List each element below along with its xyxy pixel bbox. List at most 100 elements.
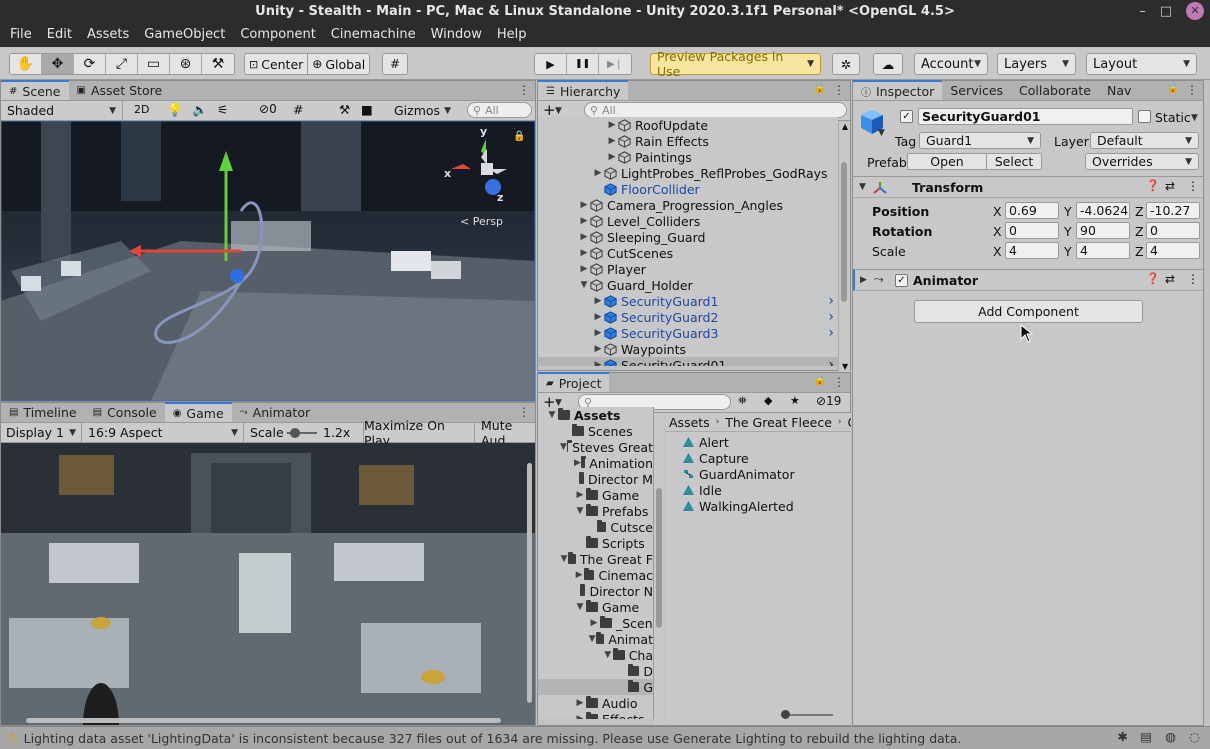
position-x-field[interactable]: 0.69 (1005, 202, 1059, 219)
rotate-tool-icon[interactable]: ⟳ (74, 54, 106, 74)
chevron-down-icon[interactable]: ▼ (859, 182, 866, 192)
tag-dropdown[interactable]: Guard1 ▼ (919, 132, 1041, 149)
chevron-right-icon[interactable]: ▶ (574, 714, 586, 719)
layers-dropdown[interactable]: Layers ▼ (997, 53, 1076, 75)
transform-tool-icon[interactable]: ⊛ (170, 54, 202, 74)
cloud-button[interactable]: ☁ (873, 53, 903, 75)
presets-icon[interactable]: ⇄ (1165, 272, 1175, 286)
progress-icon[interactable]: ▤ (1140, 729, 1152, 744)
scale-tool-icon[interactable]: ⤢ (106, 54, 138, 74)
panel-menu-icon[interactable]: ⋮ (833, 83, 845, 97)
chevron-right-icon[interactable]: ▶ (592, 344, 604, 354)
hierarchy-row[interactable]: ▶ Level_Colliders (538, 213, 838, 229)
folder-row[interactable]: Director M (538, 471, 653, 487)
rotation-z-label[interactable]: Z (1135, 224, 1144, 239)
scale-x-label[interactable]: X (993, 244, 1002, 259)
display-dropdown[interactable]: Display 1 ▼ (1, 423, 82, 442)
scroll-down-icon[interactable]: ▼ (842, 362, 848, 371)
add-component-button[interactable]: Add Component (914, 300, 1143, 323)
hierarchy-row[interactable]: ▶ Sleeping_Guard (538, 229, 838, 245)
folder-row[interactable]: Director N (538, 583, 653, 599)
chevron-right-icon[interactable]: ▶ (574, 490, 586, 500)
chevron-down-icon[interactable]: ▼ (588, 634, 596, 644)
step-button[interactable]: ▶❘ (599, 54, 631, 74)
snap-grid-button[interactable]: # (382, 53, 408, 75)
hierarchy-row[interactable]: ▶ Player (538, 261, 838, 277)
position-z-field[interactable]: -10.27 (1146, 202, 1200, 219)
hierarchy-row[interactable]: FloorCollider (538, 181, 838, 197)
help-icon[interactable]: ❓ (1146, 272, 1160, 285)
folder-row[interactable]: ▶ Game (538, 487, 653, 503)
account-dropdown[interactable]: Account ▼ (914, 53, 988, 75)
folder-row[interactable]: Scripts (538, 535, 653, 551)
chevron-down-icon[interactable]: ▼ (555, 106, 562, 116)
help-icon[interactable]: ❓ (1146, 179, 1160, 192)
gizmos-dropdown[interactable]: Gizmos ▼ (394, 101, 451, 120)
scroll-thumb[interactable] (656, 488, 662, 628)
breadcrumb-item[interactable]: Assets (669, 415, 710, 430)
tab-collaborate[interactable]: Collaborate (1011, 80, 1099, 100)
folder-row[interactable]: ▶ Audio (538, 695, 653, 711)
grid-toggle-icon[interactable]: # (293, 102, 303, 117)
tab-project[interactable]: ▰ Project (538, 372, 610, 392)
rotation-z-field[interactable]: 0 (1146, 222, 1200, 239)
hidden-objects-toggle[interactable]: ⊘0 (259, 102, 277, 116)
menu-edit[interactable]: Edit (47, 27, 72, 42)
chevron-down-icon[interactable]: ▼ (602, 650, 613, 660)
chevron-right-icon[interactable]: ▶ (606, 120, 618, 130)
scroll-up-icon[interactable]: ▲ (842, 122, 848, 131)
preview-packages-button[interactable]: Preview Packages in Use ▼ (650, 49, 821, 79)
chevron-down-icon[interactable]: ▼ (560, 442, 567, 452)
open-prefab-chevron-icon[interactable]: › (828, 357, 834, 366)
folder-row[interactable]: ▼ Cha (538, 647, 653, 663)
lock-icon[interactable]: 🔒 (814, 83, 826, 94)
horizontal-scrollbar[interactable] (26, 718, 501, 723)
hierarchy-row[interactable]: ▶ CutScenes (538, 245, 838, 261)
close-button[interactable]: ✕ (1186, 2, 1204, 20)
chevron-down-icon[interactable]: ▼ (574, 506, 586, 516)
folder-row[interactable]: Scenes (538, 423, 653, 439)
animator-enabled-checkbox[interactable]: ✓ (895, 274, 908, 287)
tools-icon[interactable]: ⚒ (339, 102, 350, 117)
tab-asset-store[interactable]: ▣ Asset Store (69, 80, 171, 100)
lock-icon[interactable]: 🔒 (1167, 83, 1179, 94)
rotation-y-field[interactable]: 90 (1076, 222, 1130, 239)
menu-assets[interactable]: Assets (87, 27, 129, 42)
chevron-right-icon[interactable]: ▶ (592, 312, 604, 322)
hierarchy-row[interactable]: ▶ Camera_Progression_Angles (538, 197, 838, 213)
rect-tool-icon[interactable]: ▭ (138, 54, 170, 74)
chevron-right-icon[interactable]: ▶ (574, 570, 584, 580)
folder-row[interactable]: ▼ Assets (538, 407, 653, 423)
pivot-center-button[interactable]: ⊡ Center (245, 54, 309, 74)
chevron-right-icon[interactable]: ▶ (592, 328, 604, 338)
package-settings-button[interactable]: ✲ (832, 53, 860, 75)
menu-component[interactable]: Component (240, 27, 315, 42)
chevron-down-icon[interactable]: ▼ (546, 410, 558, 420)
favorite-star-icon[interactable]: ★ (790, 394, 800, 407)
menu-file[interactable]: File (10, 27, 32, 42)
status-bar[interactable]: ⚠ Lighting data asset 'LightingData' is … (0, 726, 1210, 749)
menu-gameobject[interactable]: GameObject (144, 27, 225, 42)
chevron-right-icon[interactable]: ▶ (578, 232, 590, 242)
folder-row[interactable]: ▶ Animation (538, 455, 653, 471)
chevron-down-icon[interactable]: ▼ (878, 128, 885, 138)
folder-row[interactable]: ▼ The Great F (538, 551, 653, 567)
folder-row[interactable]: ▼ Animat (538, 631, 653, 647)
chevron-right-icon[interactable]: ▶ (574, 458, 581, 468)
rotation-x-label[interactable]: X (993, 224, 1002, 239)
custom-tool-icon[interactable]: ⚒ (202, 54, 234, 74)
scale-x-field[interactable]: 4 (1005, 242, 1059, 259)
hierarchy-row[interactable]: ▶ Waypoints (538, 341, 838, 357)
rotation-y-label[interactable]: Y (1064, 224, 1072, 239)
hierarchy-row[interactable]: ▼ Guard_Holder (538, 277, 838, 293)
panel-menu-icon[interactable]: ⋮ (833, 375, 845, 389)
component-menu-icon[interactable]: ⋮ (1187, 272, 1199, 286)
minimize-button[interactable]: – (1139, 4, 1146, 19)
chevron-right-icon[interactable]: ▶ (592, 296, 604, 306)
chevron-right-icon[interactable]: ▶ (578, 248, 590, 258)
debug-bug-icon[interactable]: ✱ (1118, 729, 1128, 744)
tab-scene[interactable]: # Scene (1, 80, 69, 100)
position-y-field[interactable]: -4.0624 (1076, 202, 1130, 219)
lock-icon[interactable]: 🔒 (814, 375, 826, 386)
chevron-down-icon[interactable]: ▼ (578, 280, 590, 290)
